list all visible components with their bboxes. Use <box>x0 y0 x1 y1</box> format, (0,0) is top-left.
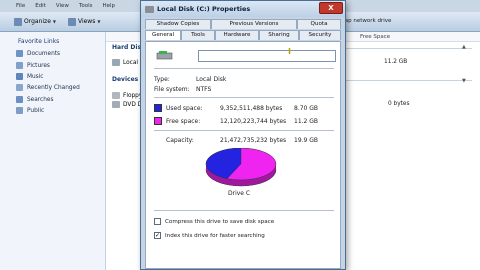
favorite-links-title: Favorite Links <box>18 38 60 45</box>
list-item-floppy[interactable]: Floppy <box>112 92 142 99</box>
compress-checkbox[interactable] <box>154 218 161 225</box>
free-space-gb: 11.2 GB <box>294 118 319 125</box>
nav-item-label: Documents <box>27 50 61 57</box>
divider <box>154 210 334 211</box>
tab-shadow-copies[interactable]: Shadow Copies <box>145 19 211 29</box>
divider <box>154 130 334 131</box>
free-space-swatch <box>154 117 162 125</box>
map-network-drive-button[interactable]: Map network drive <box>340 18 391 24</box>
close-button[interactable]: X <box>319 2 343 14</box>
nav-item-recently-changed[interactable]: Recently Changed <box>16 84 80 91</box>
navigation-pane: Favorite Links Documents Pictures Music … <box>0 32 106 270</box>
search-icon <box>16 96 23 103</box>
nav-item-public[interactable]: Public <box>16 107 44 114</box>
free-space-label: Free space: <box>166 118 201 125</box>
index-checkbox[interactable]: ✓ <box>154 232 161 239</box>
nav-item-label: Public <box>27 107 45 114</box>
nav-item-searches[interactable]: Searches <box>16 96 54 103</box>
organize-button[interactable]: Organize ▼ <box>14 17 56 26</box>
chevron-down-icon: ▼ <box>97 19 101 24</box>
nav-item-documents[interactable]: Documents <box>16 50 60 57</box>
nav-item-label: Searches <box>27 96 54 103</box>
organize-label: Organize <box>24 18 51 25</box>
used-space-gb: 8.70 GB <box>294 105 319 112</box>
tab-quota[interactable]: Quota <box>297 19 341 29</box>
used-space-bytes: 9,352,511,488 bytes <box>220 105 283 112</box>
type-value: Local Disk <box>196 76 227 83</box>
mouse-cursor-icon: I <box>288 47 291 56</box>
capacity-label: Capacity: <box>166 137 194 144</box>
local-disk-free-space: 11.2 GB <box>384 59 408 65</box>
recently-changed-icon <box>16 84 23 91</box>
documents-icon <box>16 50 23 57</box>
dvd-free-space: 0 bytes <box>388 101 410 107</box>
nav-item-pictures[interactable]: Pictures <box>16 62 50 69</box>
tab-general[interactable]: General <box>145 30 181 40</box>
file-system-label: File system: <box>154 86 190 93</box>
dialog-title: Local Disk (C:) Properties <box>157 5 251 13</box>
tab-hardware[interactable]: Hardware <box>215 30 259 40</box>
hard-drive-icon <box>112 59 120 66</box>
column-free-space[interactable]: Free Space <box>360 34 390 40</box>
music-icon <box>16 73 23 80</box>
scroll-down-icon[interactable]: ▼ <box>462 78 466 84</box>
list-item-dvd[interactable]: DVD D <box>112 101 142 108</box>
divider <box>154 97 334 98</box>
public-folder-icon <box>16 107 23 114</box>
used-space-label: Used space: <box>166 105 203 112</box>
capacity-bytes: 21,472,735,232 bytes <box>220 137 287 144</box>
tab-row-bottom: General Tools Hardware Sharing Security <box>145 30 341 40</box>
desktop-screen: File Edit View Tools Help Organize ▼ Vie… <box>0 0 480 270</box>
menu-edit[interactable]: Edit <box>35 3 46 9</box>
dialog-title-bar[interactable]: Local Disk (C:) Properties <box>141 1 345 17</box>
drive-icon <box>145 5 154 13</box>
tab-previous-versions[interactable]: Previous Versions <box>211 19 297 29</box>
views-label: Views <box>77 18 96 25</box>
nav-item-label: Pictures <box>27 62 50 69</box>
general-tab-panel: Type: Local Disk File system: NTFS Used … <box>145 41 341 269</box>
hard-drive-icon <box>156 51 173 60</box>
scroll-up-icon[interactable]: ▲ <box>462 44 466 50</box>
index-label: Index this drive for faster searching <box>165 233 265 239</box>
drive-label: Drive C <box>228 190 251 197</box>
divider <box>154 68 334 69</box>
group-devices: Devices <box>112 76 139 83</box>
disk-properties-dialog: Local Disk (C:) Properties X Shadow Copi… <box>140 0 346 270</box>
disk-usage-pie-chart <box>205 148 277 187</box>
nav-item-label: Music <box>27 73 44 80</box>
capacity-gb: 19.9 GB <box>294 137 319 144</box>
volume-name-input[interactable] <box>198 50 336 62</box>
tab-row-top: Shadow Copies Previous Versions Quota <box>145 19 341 29</box>
used-space-swatch <box>154 104 162 112</box>
nav-item-label: Recently Changed <box>27 84 80 91</box>
pictures-icon <box>16 62 23 69</box>
tab-tools[interactable]: Tools <box>181 30 215 40</box>
menu-tools[interactable]: Tools <box>79 3 93 9</box>
views-icon <box>67 17 76 26</box>
compress-label: Compress this drive to save disk space <box>165 219 275 225</box>
views-button[interactable]: Views ▼ <box>67 17 101 26</box>
menu-help[interactable]: Help <box>103 3 116 9</box>
tab-sharing[interactable]: Sharing <box>259 30 299 40</box>
chevron-down-icon: ▼ <box>52 19 56 24</box>
type-label: Type: <box>154 76 170 83</box>
dvd-drive-icon <box>112 101 120 108</box>
file-system-value: NTFS <box>196 86 212 93</box>
free-space-bytes: 12,120,223,744 bytes <box>220 118 287 125</box>
nav-item-music[interactable]: Music <box>16 73 44 80</box>
menu-view[interactable]: View <box>56 3 69 9</box>
menu-file[interactable]: File <box>16 3 25 9</box>
organize-icon <box>14 17 22 26</box>
floppy-drive-icon <box>112 92 120 99</box>
tab-security[interactable]: Security <box>299 30 341 40</box>
